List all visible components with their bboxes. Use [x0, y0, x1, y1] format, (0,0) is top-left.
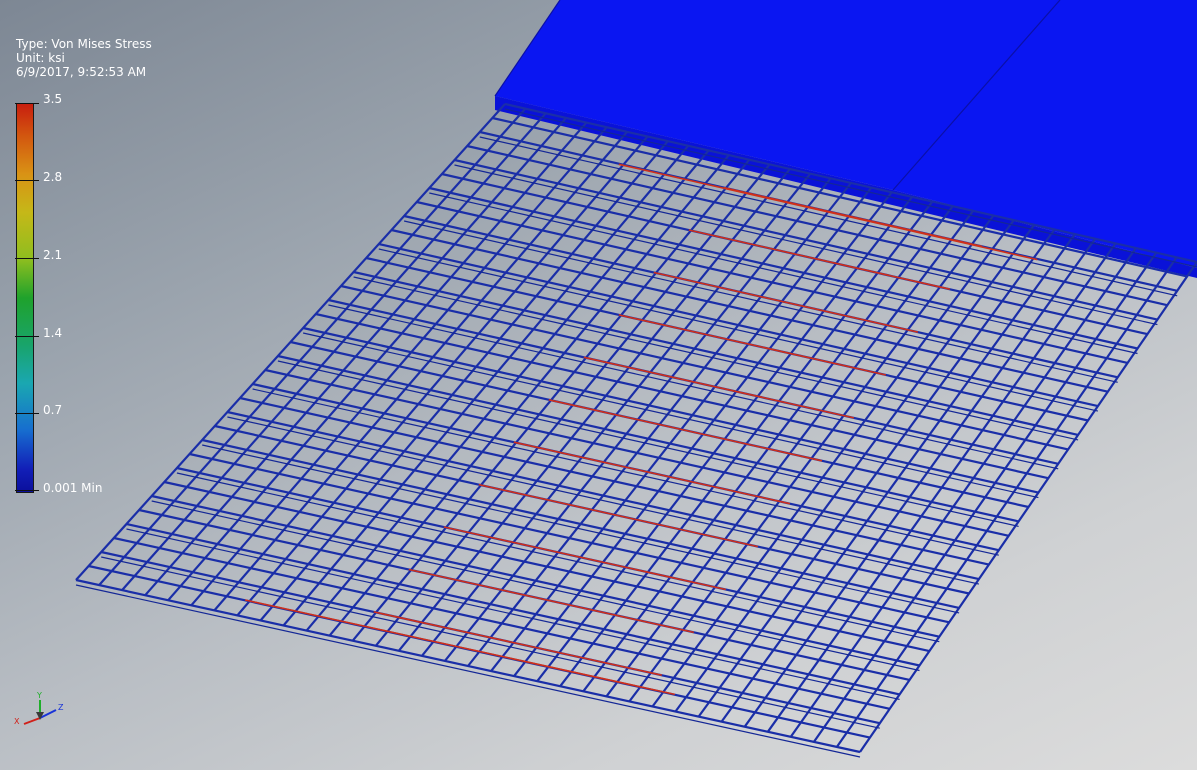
- triad-z-label: Z: [58, 703, 64, 712]
- stress-color-bar: [16, 103, 34, 493]
- rebar-bar: [75, 578, 861, 754]
- legend-unit: Unit: ksi: [16, 51, 65, 65]
- legend-timestamp: 6/9/2017, 9:52:53 AM: [16, 65, 147, 79]
- load-block: [494, 0, 1197, 278]
- legend-tick-label-max: 3.5: [43, 92, 63, 106]
- model-viewport[interactable]: [0, 0, 1197, 770]
- legend-tick: [15, 413, 39, 414]
- legend-tick-label: 0.7: [43, 403, 63, 417]
- legend-tick: [15, 336, 39, 337]
- legend-type: Type: Von Mises Stress: [16, 37, 152, 51]
- legend-tick: [15, 180, 39, 181]
- legend-tick-label: 2.1: [43, 248, 63, 262]
- legend-tick: [15, 103, 39, 104]
- legend-tick: [15, 490, 39, 491]
- legend-tick: [15, 258, 39, 259]
- rebar-bar: [151, 500, 920, 672]
- rebar-bar: [101, 556, 880, 729]
- triad-y-label: Y: [36, 691, 42, 700]
- legend-tick-label-min: 0.001 Min: [43, 481, 103, 495]
- triad-x-label: X: [14, 717, 20, 726]
- legend-tick-label: 1.4: [43, 326, 63, 340]
- view-triad-icon[interactable]: X Y Z: [12, 690, 72, 730]
- rebar-bar: [126, 528, 900, 700]
- results-legend: Type: Von Mises Stress Unit: ksi 6/9/201…: [16, 37, 152, 79]
- rebar-bar: [328, 304, 1059, 470]
- rebar-bar: [113, 536, 890, 710]
- legend-tick-label: 2.8: [43, 170, 63, 184]
- rebar-bar: [688, 229, 951, 290]
- rebar-bar: [353, 276, 1079, 441]
